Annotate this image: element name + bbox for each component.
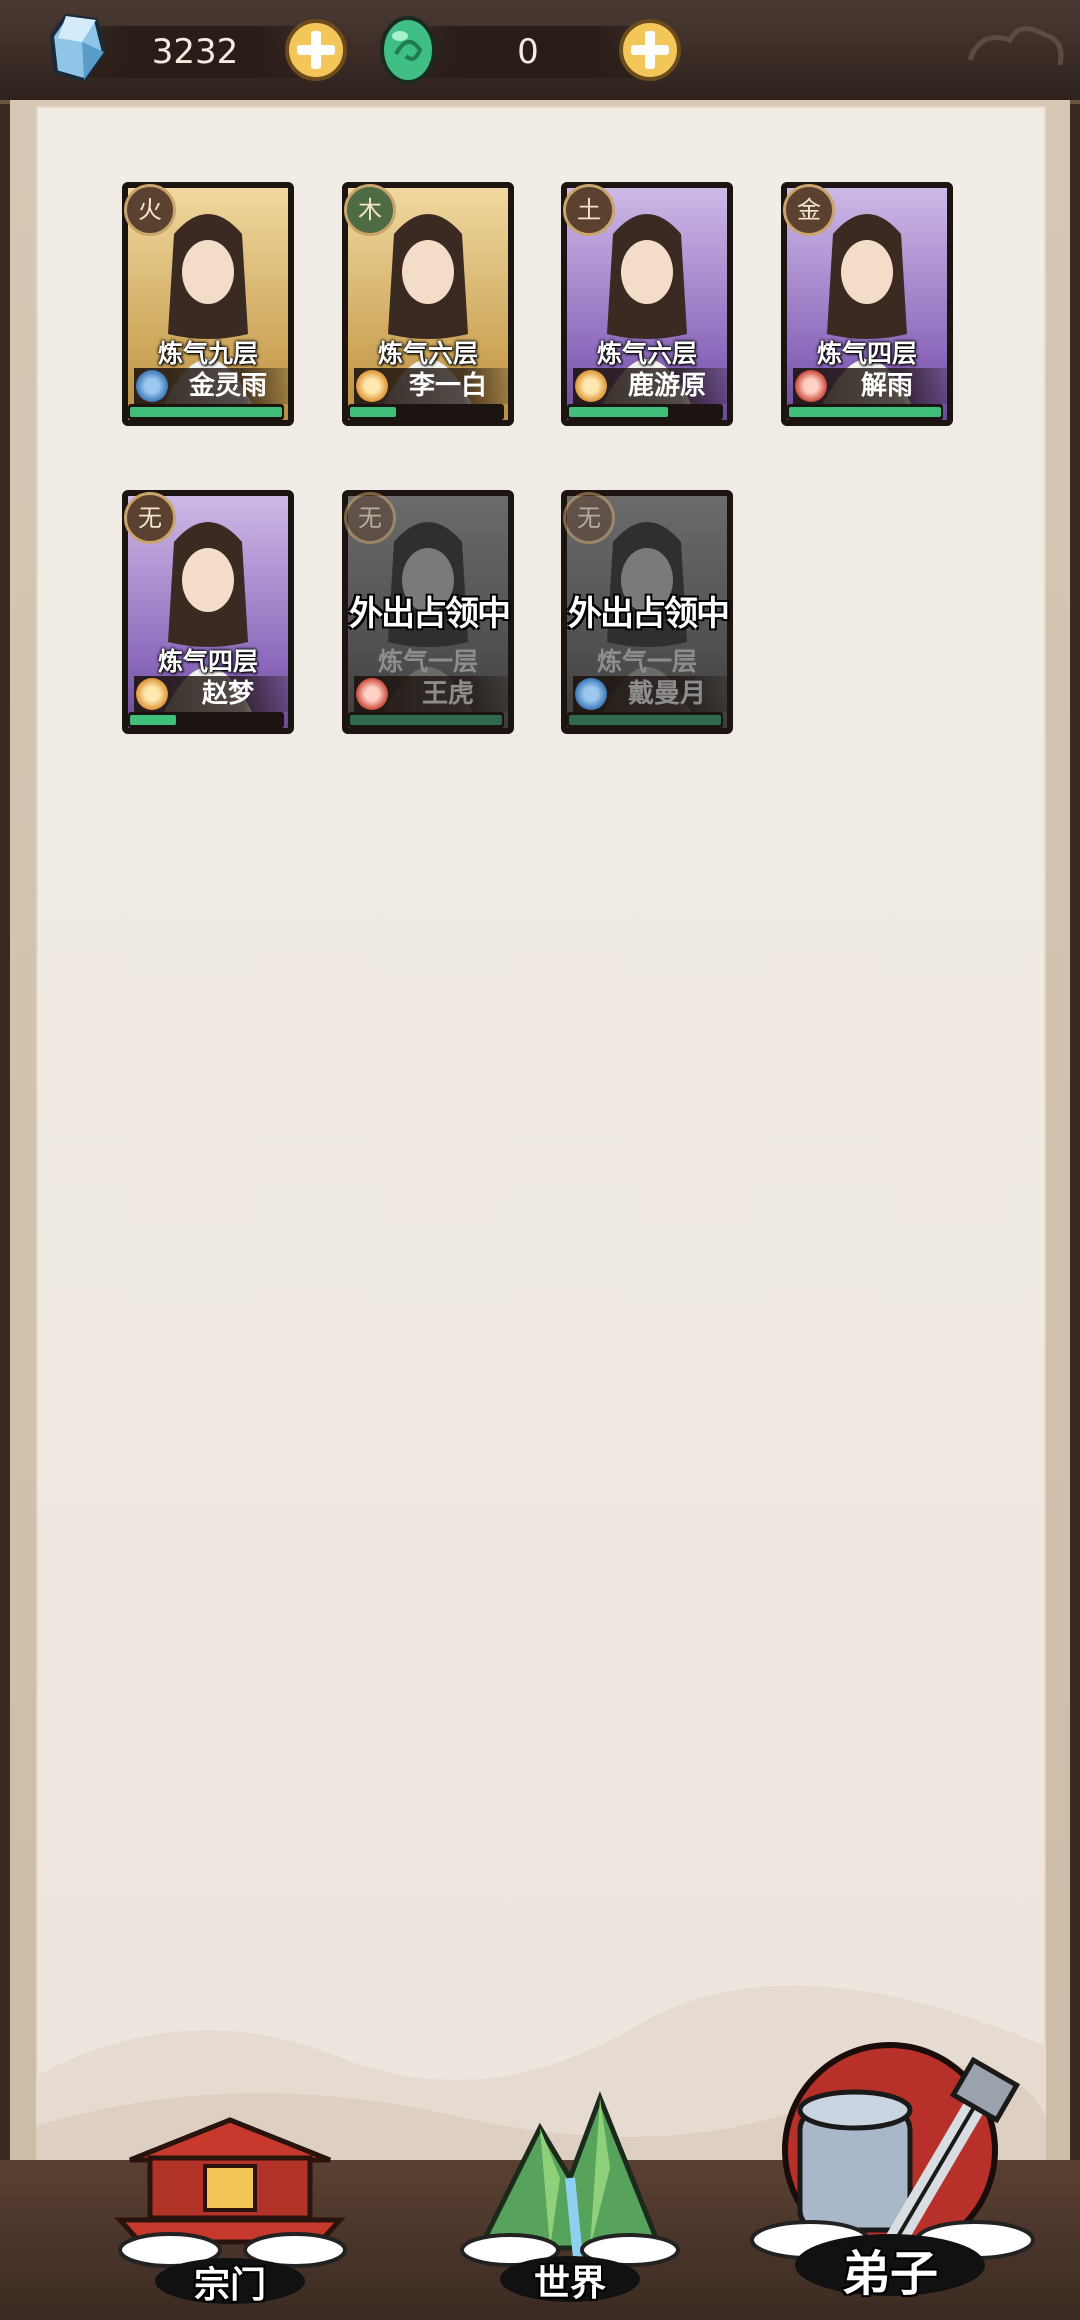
- add-spirit-stone-button[interactable]: [284, 18, 348, 82]
- element-badge-icon: 无: [124, 492, 176, 544]
- hp-bar-fill: [569, 715, 721, 725]
- cultivation-realm: 炼气一层: [596, 647, 697, 676]
- disciple-name: 李一白: [408, 371, 487, 401]
- disciple-list-area: [36, 106, 1046, 2316]
- disciple-card[interactable]: 炼气四层解雨 金: [781, 182, 953, 432]
- element-badge-icon: 无: [563, 492, 615, 544]
- disciple-name: 赵梦: [201, 679, 254, 709]
- hp-bar-fill: [350, 407, 396, 417]
- nav-sect-label: 宗门: [193, 2264, 266, 2306]
- disciple-card[interactable]: 炼气九层金灵雨 火: [122, 182, 294, 432]
- away-occupying-label: 外出占领中: [568, 594, 730, 634]
- hp-bar: [128, 404, 284, 420]
- currency-bar: 3232 0: [0, 0, 1080, 104]
- add-jade-button[interactable]: [618, 18, 682, 82]
- orange-sect-icon: [136, 678, 168, 710]
- nav-world-label: 世界: [533, 2262, 606, 2304]
- disciple-card[interactable]: 炼气六层李一白 木: [342, 182, 514, 432]
- spirit-stone-value: 3232: [151, 32, 239, 72]
- name-bar: 鹿游原: [573, 368, 727, 404]
- red-sect-icon: [356, 678, 388, 710]
- hp-bar: [348, 712, 504, 728]
- disciple-name: 解雨: [860, 371, 913, 401]
- hp-bar: [787, 404, 943, 420]
- disciple-name: 金灵雨: [188, 371, 267, 401]
- hp-bar-fill: [350, 715, 502, 725]
- cultivation-realm: 炼气一层: [377, 647, 478, 676]
- cultivation-realm: 炼气六层: [596, 339, 697, 368]
- hp-bar-fill: [789, 407, 941, 417]
- name-bar: 戴曼月: [573, 676, 727, 712]
- hp-bar: [348, 404, 504, 420]
- disciple-name: 王虎: [421, 679, 474, 709]
- disciple-card[interactable]: 炼气六层鹿游原 土: [561, 182, 733, 432]
- orange-sect-icon: [575, 370, 607, 402]
- name-bar: 解雨: [793, 368, 947, 404]
- cultivation-realm: 炼气六层: [377, 339, 478, 368]
- hp-bar: [567, 404, 723, 420]
- disciple-card[interactable]: 炼气一层王虎 无外出占领中: [342, 490, 514, 740]
- hp-bar-fill: [130, 407, 282, 417]
- away-occupying-label: 外出占领中: [349, 594, 511, 634]
- disciple-card[interactable]: 炼气一层戴曼月 无外出占领中: [561, 490, 733, 740]
- hp-bar-fill: [569, 407, 668, 417]
- element-badge-icon: 木: [344, 184, 396, 236]
- name-bar: 王虎: [354, 676, 508, 712]
- name-bar: 赵梦: [134, 676, 288, 712]
- cultivation-realm: 炼气四层: [157, 647, 258, 676]
- bottom-navigation: 宗门 世界 弟子: [0, 2040, 1080, 2320]
- cultivation-realm: 炼气九层: [157, 339, 258, 368]
- spirit-stone-icon: [49, 13, 107, 83]
- sect-pavilion-icon: [114, 2117, 347, 2268]
- green-jade-icon: [380, 16, 436, 84]
- blue-sect-icon: [575, 678, 607, 710]
- world-mountain-icon: [460, 2091, 680, 2267]
- jade-value: 0: [517, 32, 539, 72]
- nav-disciples-label: 弟子: [841, 2246, 938, 2302]
- hp-bar: [128, 712, 284, 728]
- red-sect-icon: [795, 370, 827, 402]
- disciple-name: 鹿游原: [627, 371, 706, 401]
- blue-sect-icon: [136, 370, 168, 402]
- disciple-panel: [10, 100, 1070, 2316]
- element-badge-icon: 金: [783, 184, 835, 236]
- element-badge-icon: 土: [563, 184, 615, 236]
- element-badge-icon: 火: [124, 184, 176, 236]
- nav-sect-button[interactable]: 宗门: [110, 2100, 350, 2310]
- nav-world-button[interactable]: 世界: [460, 2088, 680, 2310]
- nav-disciples-button[interactable]: 弟子: [740, 2040, 1040, 2316]
- orange-sect-icon: [356, 370, 388, 402]
- disciple-card[interactable]: 炼气四层赵梦 无: [122, 490, 294, 740]
- cloud-ornament-icon: [967, 26, 1064, 66]
- cultivation-realm: 炼气四层: [816, 339, 917, 368]
- name-bar: 金灵雨: [134, 368, 288, 404]
- hp-bar-fill: [130, 715, 176, 725]
- name-bar: 李一白: [354, 368, 508, 404]
- element-badge-icon: 无: [344, 492, 396, 544]
- hp-bar: [567, 712, 723, 728]
- disciple-name: 戴曼月: [627, 679, 706, 709]
